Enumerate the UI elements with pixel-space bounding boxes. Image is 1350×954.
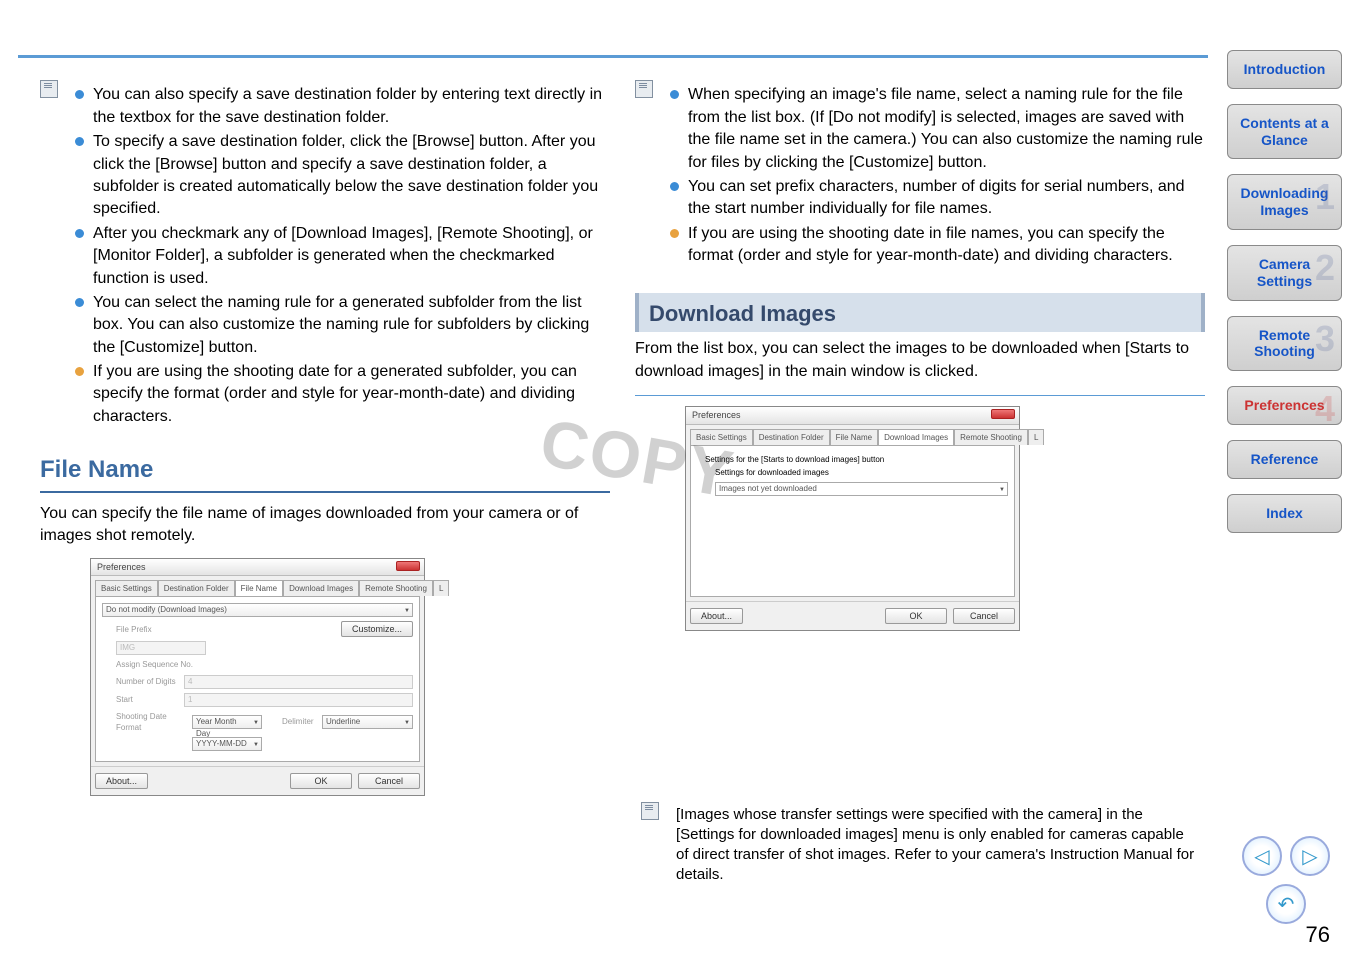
section-divider (635, 395, 1205, 396)
file-prefix-input[interactable]: IMG (116, 641, 206, 655)
date-fmt-select[interactable]: YYYY-MM-DD (192, 737, 262, 751)
cancel-button[interactable]: Cancel (953, 608, 1015, 624)
nav-reference[interactable]: Reference (1227, 440, 1342, 479)
start-label: Start (102, 694, 184, 705)
nav-introduction[interactable]: Introduction (1227, 50, 1342, 89)
tab-download[interactable]: Download Images (878, 429, 954, 445)
right-bullet-3: If you are using the shooting date in fi… (670, 223, 1205, 268)
download-select[interactable]: Images not yet downloaded (715, 482, 1008, 496)
download-images-intro: From the list box, you can select the im… (635, 338, 1205, 383)
delimiter-label: Delimiter (282, 716, 322, 727)
start-input[interactable]: 1 (184, 693, 413, 707)
dialog-title: Preferences (97, 562, 146, 572)
page-nav-circles: ◁ ▷ ↶ (1240, 836, 1332, 924)
dialog-title: Preferences (692, 410, 741, 420)
side-nav: Introduction Contents at a Glance Downlo… (1227, 50, 1342, 548)
date-order-select[interactable]: Year Month Day (192, 715, 262, 729)
tab-more[interactable]: L (433, 580, 449, 596)
nav-downloading[interactable]: Downloading Images1 (1227, 174, 1342, 230)
left-bullet-4: You can select the naming rule for a gen… (75, 292, 610, 359)
left-bullet-1: You can also specify a save destination … (75, 84, 610, 129)
left-column: You can also specify a save destination … (40, 80, 610, 892)
close-icon[interactable] (396, 561, 420, 571)
dlg-heading1: Settings for the [Starts to download ima… (697, 452, 1008, 467)
download-images-dialog: Preferences Basic Settings Destination F… (685, 406, 1020, 631)
nav-camera[interactable]: Camera Settings2 (1227, 245, 1342, 301)
left-bullet-2: To specify a save destination folder, cl… (75, 131, 610, 221)
tab-remote[interactable]: Remote Shooting (359, 580, 433, 596)
left-bullet-5: If you are using the shooting date for a… (75, 361, 610, 428)
page-number: 76 (1306, 922, 1330, 948)
about-button[interactable]: About... (690, 608, 743, 624)
dialog-title-bar: Preferences (91, 559, 424, 577)
download-images-heading: Download Images (635, 293, 1205, 333)
tab-filename[interactable]: File Name (235, 580, 283, 596)
date-format-label: Shooting Date Format (102, 711, 192, 733)
next-page-icon[interactable]: ▷ (1290, 836, 1330, 876)
dialog-title-bar: Preferences (686, 407, 1019, 425)
right-bullet-1: When specifying an image's file name, se… (670, 84, 1205, 174)
tab-basic[interactable]: Basic Settings (690, 429, 753, 445)
digits-label: Number of Digits (102, 676, 184, 687)
tab-more[interactable]: L (1028, 429, 1044, 445)
right-column: When specifying an image's file name, se… (635, 80, 1205, 892)
note-icon (641, 802, 659, 820)
nav-preferences[interactable]: Preferences4 (1227, 386, 1342, 425)
tab-basic[interactable]: Basic Settings (95, 580, 158, 596)
delimiter-select[interactable]: Underline (322, 715, 413, 729)
close-icon[interactable] (991, 409, 1015, 419)
prev-page-icon[interactable]: ◁ (1242, 836, 1282, 876)
left-bullet-3: After you checkmark any of [Download Ima… (75, 223, 610, 290)
rule-select[interactable]: Do not modify (Download Images) (102, 603, 413, 617)
right-bullet-2: You can set prefix characters, number of… (670, 176, 1205, 221)
note-icon (635, 80, 653, 98)
ok-button[interactable]: OK (290, 773, 352, 789)
file-name-intro: You can specify the file name of images … (40, 503, 610, 548)
dialog-tabs: Basic Settings Destination Folder File N… (91, 576, 424, 596)
back-history-icon[interactable]: ↶ (1266, 884, 1306, 924)
tab-destfolder[interactable]: Destination Folder (753, 429, 830, 445)
tab-filename[interactable]: File Name (830, 429, 878, 445)
bottom-note: [Images whose transfer settings were spe… (641, 805, 1199, 886)
ok-button[interactable]: OK (885, 608, 947, 624)
assign-seq-label: Assign Sequence No. (102, 659, 193, 670)
note-icon (40, 80, 58, 98)
dlg-heading2: Settings for downloaded images (697, 467, 1008, 482)
nav-index[interactable]: Index (1227, 494, 1342, 533)
file-name-dialog: Preferences Basic Settings Destination F… (90, 558, 425, 796)
top-divider (18, 55, 1208, 58)
cancel-button[interactable]: Cancel (358, 773, 420, 789)
tab-remote[interactable]: Remote Shooting (954, 429, 1028, 445)
digits-input[interactable]: 4 (184, 675, 413, 689)
file-name-heading: File Name (40, 453, 610, 493)
nav-contents[interactable]: Contents at a Glance (1227, 104, 1342, 160)
about-button[interactable]: About... (95, 773, 148, 789)
file-prefix-label: File Prefix (102, 624, 184, 635)
tab-download[interactable]: Download Images (283, 580, 359, 596)
nav-remote[interactable]: Remote Shooting3 (1227, 316, 1342, 372)
tab-destfolder[interactable]: Destination Folder (158, 580, 235, 596)
customize-button[interactable]: Customize... (341, 621, 413, 637)
